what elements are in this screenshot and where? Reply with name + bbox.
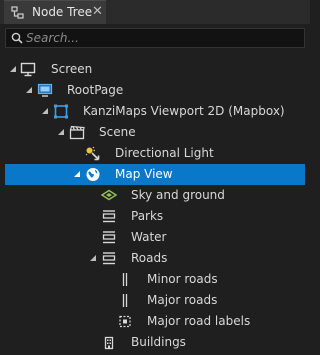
tree-node-major-road-labels[interactable]: Major road labels [0,311,310,332]
line-layer-icon [122,273,128,286]
tree-node-label: Scene [99,125,136,139]
search-icon [11,32,23,44]
tree-node-major-roads[interactable]: Major roads [0,290,310,311]
globe-icon [86,168,100,181]
tree-node-label: Roads [131,251,168,265]
scene-icon [69,125,85,140]
tree-node-label: Minor roads [147,272,218,286]
tree-node-minor-roads[interactable]: Minor roads [0,269,310,290]
directional-light-icon [85,146,100,161]
tree-node-roads[interactable]: Roads [0,248,310,269]
tree-node-water[interactable]: Water [0,227,310,248]
tree-node-buildings[interactable]: Buildings [0,332,310,353]
tree-node-label: Buildings [131,335,186,349]
expanded-arrow-icon[interactable] [56,127,66,137]
close-icon[interactable]: ✕ [92,4,103,19]
tree-node-kanzimaps-viewport[interactable]: KanziMaps Viewport 2D (Mapbox) [0,101,310,122]
buildings-icon [104,336,114,350]
tree-node-rootpage[interactable]: RootPage [0,80,310,101]
screen-icon [20,62,36,77]
viewport-icon [54,104,68,119]
tree-node-label: Map View [115,167,173,181]
tree-node-label: Water [131,230,167,244]
layer-icon [102,252,116,265]
tree-node-parks[interactable]: Parks [0,206,310,227]
tree-node-directional-light[interactable]: Directional Light [0,143,310,164]
expanded-arrow-icon[interactable] [88,253,98,263]
node-tree-icon [11,6,24,19]
tree-node-scene[interactable]: Scene [0,122,310,143]
search-input[interactable] [26,30,296,46]
node-tree: Screen RootPage KanziMaps Viewport 2D (M… [0,59,310,353]
tree-node-screen[interactable]: Screen [0,59,310,80]
expanded-arrow-icon[interactable] [72,169,82,179]
tree-node-label: Screen [51,62,93,76]
tree-node-label: Parks [131,209,164,223]
tree-node-label: KanziMaps Viewport 2D (Mapbox) [83,104,285,118]
expanded-arrow-icon[interactable] [8,64,18,74]
tree-node-sky-and-ground[interactable]: Sky and ground [0,185,310,206]
page-icon [37,83,53,97]
layer-icon [102,231,116,244]
expanded-arrow-icon[interactable] [40,106,50,116]
tree-node-label: Major roads [147,293,218,307]
expanded-arrow-icon[interactable] [24,85,34,95]
search-box [5,28,305,48]
tab-title: Node Tree [32,5,93,19]
panel-tab-bar: Node Tree ✕ [0,0,310,24]
layer-icon [102,210,116,223]
tab-node-tree[interactable]: Node Tree ✕ [4,0,106,24]
tree-node-label: Directional Light [115,146,214,160]
tree-node-label: Sky and ground [131,188,225,202]
line-layer-icon [122,294,128,307]
tree-node-label: RootPage [67,83,124,97]
sky-ground-icon [101,189,117,201]
tree-node-label: Major road labels [147,314,251,328]
tree-node-map-view[interactable]: Map View [5,164,305,185]
symbol-layer-icon [119,315,131,328]
